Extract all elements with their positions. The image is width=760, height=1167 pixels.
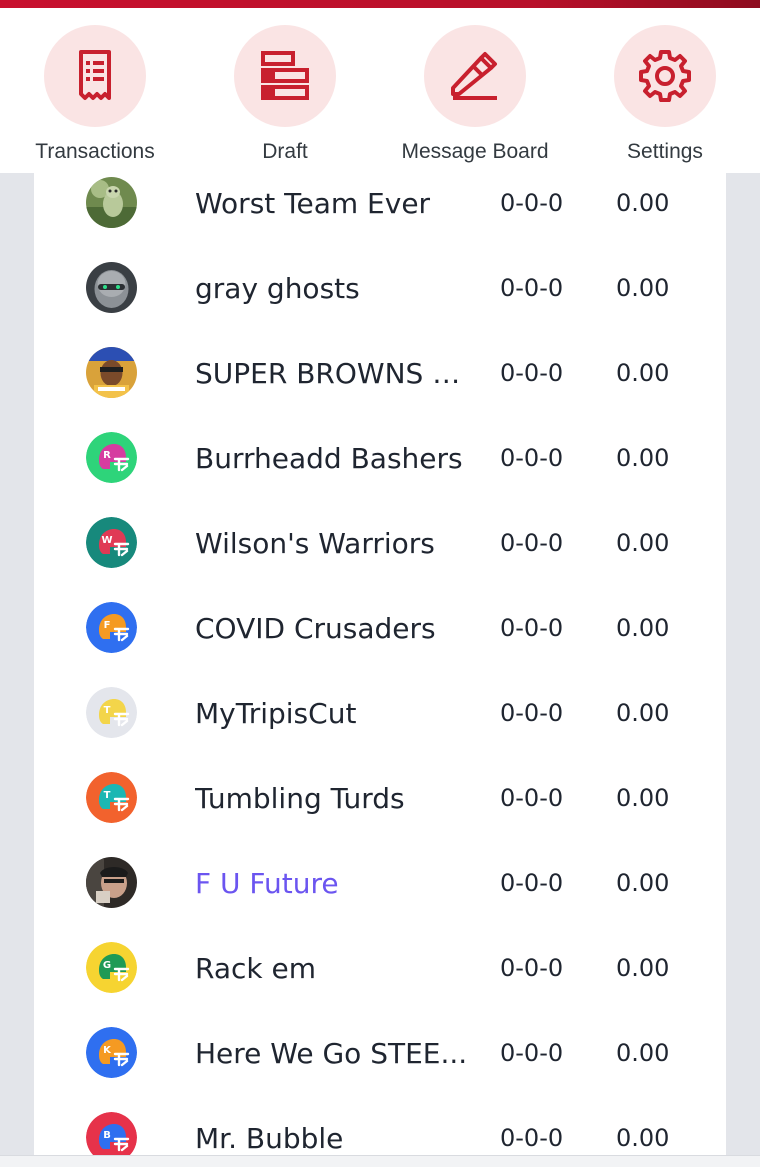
team-points: 0.00 — [616, 189, 670, 217]
league-nav: Transactions Draft Message Board Setting… — [0, 8, 760, 173]
team-record: 0-0-0 — [500, 1124, 564, 1152]
nav-settings-label: Settings — [627, 140, 703, 163]
team-photo-avatar — [86, 177, 137, 228]
team-name[interactable]: gray ghosts — [195, 272, 475, 305]
team-record: 0-0-0 — [500, 274, 564, 302]
team-record: 0-0-0 — [500, 189, 564, 217]
team-name[interactable]: COVID Crusaders — [195, 612, 475, 645]
team-points: 0.00 — [616, 1124, 670, 1152]
nav-settings[interactable]: Settings — [570, 8, 760, 173]
svg-text:R: R — [103, 450, 111, 461]
team-points: 0.00 — [616, 614, 670, 642]
team-name[interactable]: F U Future — [195, 867, 475, 900]
team-helmet-avatar: K — [86, 1027, 137, 1078]
svg-text:G: G — [103, 960, 111, 971]
team-record: 0-0-0 — [500, 444, 564, 472]
svg-text:F: F — [104, 620, 111, 631]
team-record: 0-0-0 — [500, 954, 564, 982]
team-name[interactable]: SUPER BROWNS B... — [195, 357, 475, 390]
team-record: 0-0-0 — [500, 784, 564, 812]
team-points: 0.00 — [616, 954, 670, 982]
bottom-bar — [0, 1155, 760, 1167]
team-name[interactable]: Here We Go STEE... — [195, 1037, 475, 1070]
gear-icon — [614, 25, 716, 127]
top-accent-bar — [0, 0, 760, 8]
receipt-icon — [44, 25, 146, 127]
team-record: 0-0-0 — [500, 529, 564, 557]
standings-row[interactable]: G Rack em 0-0-0 0.00 — [34, 938, 726, 1023]
pencil-icon — [424, 25, 526, 127]
standings-row[interactable]: T MyTripisCut 0-0-0 0.00 — [34, 683, 726, 768]
standings-row[interactable]: R Burrheadd Bashers 0-0-0 0.00 — [34, 428, 726, 513]
draft-board-icon — [234, 25, 336, 127]
team-record: 0-0-0 — [500, 699, 564, 727]
team-name[interactable]: MyTripisCut — [195, 697, 475, 730]
team-name[interactable]: Burrheadd Bashers — [195, 442, 475, 475]
svg-text:B: B — [103, 1130, 111, 1141]
nav-message-board[interactable]: Message Board — [380, 8, 570, 173]
team-points: 0.00 — [616, 869, 670, 897]
team-name[interactable]: Mr. Bubble — [195, 1122, 475, 1155]
standings-row[interactable]: Worst Team Ever 0-0-0 0.00 — [34, 173, 726, 258]
team-name[interactable]: Wilson's Warriors — [195, 527, 475, 560]
standings-row[interactable]: F COVID Crusaders 0-0-0 0.00 — [34, 598, 726, 683]
standings-row[interactable]: F U Future 0-0-0 0.00 — [34, 853, 726, 938]
standings-row[interactable]: B Mr. Bubble 0-0-0 0.00 — [34, 1108, 726, 1155]
nav-draft[interactable]: Draft — [190, 8, 380, 173]
standings-row[interactable]: SUPER BROWNS B... 0-0-0 0.00 — [34, 343, 726, 428]
svg-text:W: W — [101, 535, 112, 546]
team-name[interactable]: Tumbling Turds — [195, 782, 475, 815]
standings-row[interactable]: T Tumbling Turds 0-0-0 0.00 — [34, 768, 726, 853]
nav-transactions[interactable]: Transactions — [0, 8, 190, 173]
standings-row[interactable]: K Here We Go STEE... 0-0-0 0.00 — [34, 1023, 726, 1108]
team-record: 0-0-0 — [500, 869, 564, 897]
team-record: 0-0-0 — [500, 614, 564, 642]
team-points: 0.00 — [616, 1039, 670, 1067]
team-name[interactable]: Worst Team Ever — [195, 187, 475, 220]
standings-row[interactable]: W Wilson's Warriors 0-0-0 0.00 — [34, 513, 726, 598]
team-helmet-avatar: T — [86, 687, 137, 738]
team-helmet-avatar: R — [86, 432, 137, 483]
svg-text:K: K — [103, 1045, 112, 1056]
nav-transactions-label: Transactions — [35, 140, 155, 163]
team-name[interactable]: Rack em — [195, 952, 475, 985]
team-photo-avatar — [86, 857, 137, 908]
team-points: 0.00 — [616, 274, 670, 302]
team-helmet-avatar: F — [86, 602, 137, 653]
team-record: 0-0-0 — [500, 359, 564, 387]
nav-draft-label: Draft — [262, 140, 308, 163]
standings-row[interactable]: gray ghosts 0-0-0 0.00 — [34, 258, 726, 343]
team-points: 0.00 — [616, 784, 670, 812]
team-points: 0.00 — [616, 699, 670, 727]
team-photo-avatar — [86, 347, 137, 398]
nav-message-board-label: Message Board — [401, 140, 549, 163]
team-helmet-avatar: W — [86, 517, 137, 568]
team-points: 0.00 — [616, 444, 670, 472]
team-helmet-avatar: G — [86, 942, 137, 993]
team-helmet-avatar: T — [86, 772, 137, 823]
team-points: 0.00 — [616, 359, 670, 387]
svg-text:T: T — [104, 705, 111, 716]
team-record: 0-0-0 — [500, 1039, 564, 1067]
team-photo-avatar — [86, 262, 137, 313]
standings-list: Worst Team Ever 0-0-0 0.00 gray ghosts 0-0-… — [34, 173, 726, 1155]
team-points: 0.00 — [616, 529, 670, 557]
svg-text:T: T — [104, 790, 111, 801]
team-helmet-avatar: B — [86, 1112, 137, 1155]
